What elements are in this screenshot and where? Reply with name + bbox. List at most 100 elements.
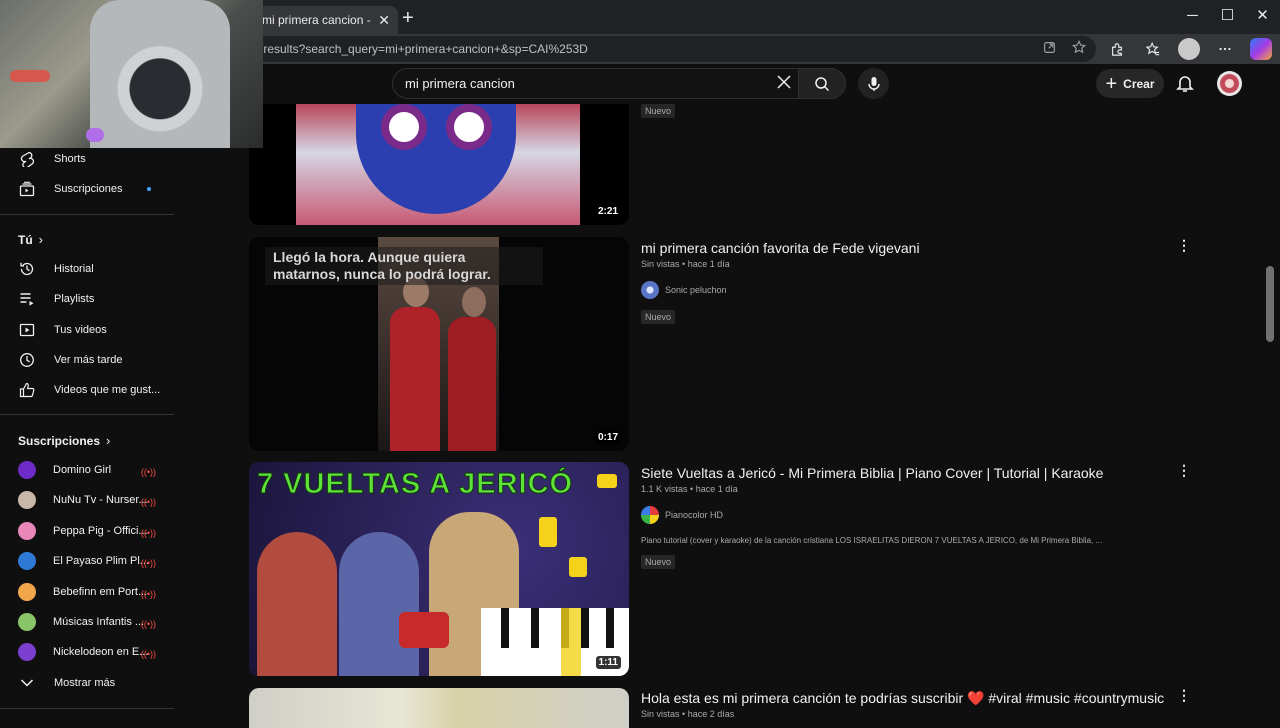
search-icon — [815, 76, 830, 91]
sidebar-item-label: El Payaso Plim Pl... — [53, 555, 149, 568]
create-label: Crear — [1123, 76, 1155, 91]
bookmark-star-icon[interactable] — [1071, 36, 1087, 62]
plus-icon: + — [1105, 72, 1118, 95]
chevron-down-icon — [19, 675, 35, 691]
video-thumbnail[interactable]: 2:21 — [249, 104, 629, 225]
more-actions-icon[interactable]: ⋮ — [1177, 463, 1191, 477]
video-thumbnail[interactable] — [249, 688, 629, 728]
sidebar-item-label: Historial — [54, 263, 94, 275]
sidebar-item-history[interactable]: Historial — [0, 254, 176, 284]
sidebar-subscription-item[interactable]: Peppa Pig - Offici... ((•)) — [0, 516, 176, 546]
copilot-icon[interactable] — [1250, 38, 1272, 60]
sidebar-divider — [0, 708, 174, 709]
account-avatar[interactable] — [1217, 71, 1242, 96]
search-input[interactable]: mi primera cancion — [392, 68, 804, 99]
browser-tab[interactable]: mi primera cancion - YouTube ✕ — [252, 6, 398, 34]
video-thumbnail[interactable]: 7 VUELTAS A JERICÓ 1:11 — [249, 462, 629, 676]
section-title: Suscripciones — [18, 434, 101, 448]
channel-link[interactable]: Pianocolor HD — [641, 506, 723, 524]
open-in-app-icon[interactable] — [1043, 36, 1056, 62]
maximize-button[interactable]: ☐ — [1210, 0, 1245, 34]
page-scrollbar[interactable] — [1266, 266, 1274, 342]
create-button[interactable]: + Crear — [1096, 69, 1164, 98]
sidebar-section-you[interactable]: Tú › — [18, 232, 43, 247]
show-more-button[interactable]: Mostrar más — [0, 668, 176, 698]
history-icon — [19, 261, 35, 277]
close-window-button[interactable]: ✕ — [1245, 0, 1280, 34]
video-description: Piano tutorial (cover y karaoke) de la c… — [641, 536, 1103, 545]
sidebar-item-label: Mostrar más — [54, 677, 116, 689]
video-title[interactable]: Siete Vueltas a Jericó - Mi Primera Bibl… — [641, 465, 1103, 481]
new-badge: Nuevo — [641, 555, 676, 569]
new-badge: Nuevo — [641, 104, 676, 118]
meta-separator: • — [682, 709, 686, 719]
sidebar-subscription-item[interactable]: Nickelodeon en E... ((•)) — [0, 637, 176, 667]
clear-search-icon[interactable] — [776, 73, 792, 96]
live-indicator-icon: ((•)) — [140, 497, 156, 508]
more-actions-icon[interactable]: ⋮ — [1177, 238, 1191, 252]
sidebar-divider — [0, 414, 174, 415]
tab-title: mi primera cancion - YouTube — [262, 13, 374, 27]
section-title: Tú — [18, 233, 33, 247]
sidebar-item-shorts[interactable]: Shorts — [0, 144, 176, 174]
thumbnail-image — [296, 104, 580, 225]
sidebar-item-liked-videos[interactable]: Videos que me gust... — [0, 375, 176, 405]
notifications-bell-icon[interactable] — [1176, 73, 1194, 98]
new-tab-button[interactable]: + — [402, 7, 414, 30]
search-button[interactable] — [798, 68, 846, 99]
live-indicator-icon: ((•)) — [140, 588, 156, 599]
sidebar-item-your-videos[interactable]: Tus videos — [0, 315, 176, 345]
meta-separator: • — [690, 484, 694, 494]
duration-badge: 0:17 — [594, 431, 621, 444]
sidebar-item-watch-later[interactable]: Ver más tarde — [0, 345, 176, 375]
channel-avatar — [18, 582, 36, 601]
view-count: 1.1 K vistas — [641, 484, 688, 494]
sidebar-item-label: Peppa Pig - Offici... — [53, 524, 148, 537]
video-title[interactable]: mi primera canción favorita de Fede vige… — [641, 240, 920, 256]
sidebar-section-subscriptions[interactable]: Suscripciones › — [18, 433, 110, 448]
upload-age: hace 1 día — [687, 259, 730, 269]
sidebar-item-playlists[interactable]: Playlists — [0, 284, 176, 314]
address-bar[interactable]: /results?search_query=mi+primera+cancion… — [230, 36, 1096, 62]
sidebar-subscription-item[interactable]: Músicas Infantis ... ((•)) — [0, 607, 176, 637]
favorites-icon[interactable] — [1142, 38, 1164, 60]
voice-search-button[interactable] — [858, 68, 889, 99]
video-thumbnail[interactable]: Llegó la hora. Aunque quiera matarnos, n… — [249, 237, 629, 451]
video-meta: 1.1 K vistas • hace 1 día — [641, 484, 738, 494]
url-text: /results?search_query=mi+primera+cancion… — [260, 42, 588, 56]
more-menu-icon[interactable] — [1214, 38, 1236, 60]
view-count: Sin vistas — [641, 259, 680, 269]
live-indicator-icon: ((•)) — [140, 527, 156, 538]
playlist-icon — [19, 291, 35, 307]
more-actions-icon[interactable]: ⋮ — [1177, 688, 1191, 702]
profile-avatar[interactable] — [1178, 38, 1200, 60]
microphone-icon — [867, 76, 880, 91]
your-videos-icon — [19, 322, 35, 338]
window-controls: ─ ☐ ✕ — [1175, 0, 1280, 34]
channel-link[interactable]: Sonic peluchon — [641, 281, 727, 299]
channel-name: Sonic peluchon — [665, 285, 727, 295]
channel-name: Pianocolor HD — [665, 510, 724, 520]
video-title[interactable]: Hola esta es mi primera canción te podrí… — [641, 690, 1164, 707]
sidebar-subscription-item[interactable]: NuNu Tv - Nurser... ((•)) — [0, 485, 176, 515]
sidebar-item-subscriptions[interactable]: Suscripciones — [0, 174, 176, 204]
sidebar-item-label: Shorts — [54, 153, 86, 165]
sidebar-item-label: Suscripciones — [54, 183, 123, 195]
view-count: Sin vistas — [641, 709, 680, 719]
thumbnail-title-text: 7 VUELTAS A JERICÓ — [256, 468, 574, 501]
extension-icon[interactable] — [1106, 38, 1128, 60]
channel-avatar — [18, 552, 36, 571]
webcam-overlay — [0, 0, 263, 148]
sidebar-item-label: Músicas Infantis ... — [53, 616, 145, 628]
sidebar-subscription-item[interactable]: Bebefinn em Port... ((•)) — [0, 577, 176, 607]
minimize-button[interactable]: ─ — [1175, 0, 1210, 34]
sidebar-subscription-item[interactable]: El Payaso Plim Pl... ((•)) — [0, 546, 176, 576]
live-indicator-icon: ((•)) — [140, 619, 156, 629]
sidebar-subscription-item[interactable]: Domino Girl ((•)) — [0, 455, 176, 485]
channel-avatar — [18, 521, 36, 540]
channel-avatar — [641, 281, 659, 299]
tab-close-icon[interactable]: ✕ — [378, 12, 390, 29]
thumbs-up-icon — [19, 382, 35, 398]
live-indicator-icon: ((•)) — [140, 467, 156, 477]
sidebar-item-label: Ver más tarde — [54, 354, 123, 366]
